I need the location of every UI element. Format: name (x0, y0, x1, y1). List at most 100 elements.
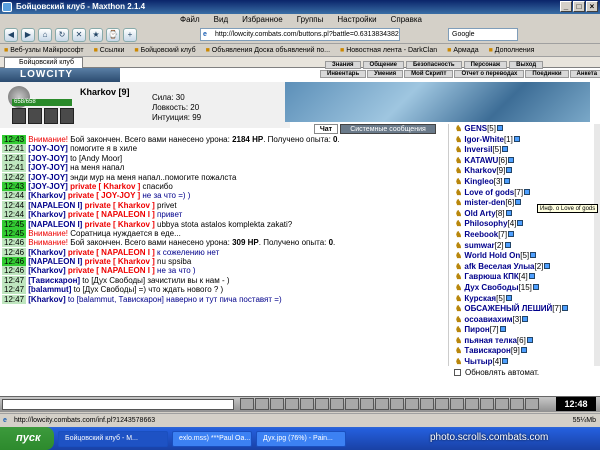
user-info-icon[interactable] (522, 315, 529, 322)
user-name[interactable]: Inversil (464, 145, 492, 154)
favorite-link[interactable]: Новостная лента - DarkClan (340, 44, 437, 56)
home-icon[interactable]: ⌂ (38, 27, 52, 42)
chat-tool-icon[interactable] (255, 398, 269, 410)
chat-nick[interactable]: [JOY-JOY] (28, 163, 70, 172)
favorite-link[interactable]: Армада (447, 44, 478, 56)
chat-time[interactable]: 12:44 (2, 200, 27, 210)
checkbox-icon[interactable] (454, 369, 461, 377)
user-info-icon[interactable] (524, 188, 531, 195)
chat-tool-icon[interactable] (405, 398, 419, 410)
user-list-item[interactable]: Пирон[7] (449, 325, 594, 336)
menu-item[interactable]: Избранное (242, 14, 283, 26)
chat-private-tag[interactable]: private [ Kharkov ] (85, 220, 157, 229)
user-list-item[interactable]: sumwar[2] (449, 241, 594, 252)
back-icon[interactable]: ◀ (4, 27, 18, 42)
menu-item[interactable]: Вид (214, 14, 228, 26)
forward-icon[interactable]: ▶ (21, 27, 35, 42)
user-list-item[interactable]: Курская[5] (449, 294, 594, 305)
user-list-item[interactable]: Philosophy[4] (449, 219, 594, 230)
chat-tool-icon[interactable] (510, 398, 524, 410)
user-name[interactable]: Philosophy (464, 219, 507, 228)
chat-tool-icon[interactable] (375, 398, 389, 410)
user-name[interactable]: Тавискарон (464, 346, 510, 355)
user-list-item[interactable]: пьяная телка[6] (449, 336, 594, 347)
game-nav-item[interactable]: Общение (362, 61, 404, 69)
chat-time[interactable]: 12:43 (2, 135, 27, 144)
menu-item[interactable]: Файл (180, 14, 200, 26)
user-name[interactable]: Курская (464, 294, 496, 303)
chat-nick[interactable]: [JOY-JOY] (28, 173, 70, 182)
chat-tool-icon[interactable] (390, 398, 404, 410)
user-info-icon[interactable] (515, 199, 522, 206)
user-name[interactable]: World Hold On (464, 251, 520, 260)
chat-time[interactable]: 12:47 (2, 285, 27, 295)
user-info-icon[interactable] (499, 326, 506, 333)
user-list-scrollbar[interactable] (594, 124, 600, 366)
user-name[interactable]: Дух Свободы (464, 283, 518, 292)
game-nav-item[interactable]: Знания (325, 61, 361, 69)
chat-nick[interactable]: [JOY-JOY] (28, 144, 70, 153)
user-info-icon[interactable] (532, 283, 539, 290)
game-nav-item[interactable]: Безопасность (405, 61, 462, 69)
chat-nick[interactable]: [NAPALEON I] (28, 201, 84, 210)
user-name[interactable]: GENS (464, 124, 487, 133)
user-list-item[interactable]: Kharkov[9] (449, 166, 594, 177)
user-info-icon[interactable] (506, 294, 512, 301)
user-list-item[interactable]: Reebook[7] (449, 230, 594, 241)
user-info-icon[interactable] (504, 241, 511, 248)
chat-private-tag[interactable]: private [ NAPALEON I ] (68, 210, 157, 219)
user-name[interactable]: Чытыр (464, 357, 492, 366)
refresh-icon[interactable]: ↻ (55, 27, 69, 42)
chat-tool-icon[interactable] (330, 398, 344, 410)
chat-time[interactable]: 12:42 (2, 172, 27, 182)
favorite-link[interactable]: Веб-узлы Майкрософт (4, 44, 83, 56)
user-list-item[interactable]: GENS[5] (449, 124, 594, 135)
menu-item[interactable]: Группы (297, 14, 324, 26)
chat-time[interactable]: 12:47 (2, 294, 27, 304)
user-info-icon[interactable] (496, 125, 503, 131)
user-info-icon[interactable] (520, 347, 527, 354)
chat-nick[interactable]: [Kharkov] (28, 210, 68, 219)
favorites-icon[interactable]: ★ (89, 27, 103, 42)
user-info-icon[interactable] (526, 336, 533, 343)
chat-time[interactable]: 12:41 (2, 144, 27, 154)
user-list-item[interactable]: Дух Свободы[15] (449, 283, 594, 294)
chat-tool-icon[interactable] (240, 398, 254, 410)
chat-time[interactable]: 12:44 (2, 191, 27, 201)
chat-private-tag[interactable]: private [ Kharkov ] (85, 257, 157, 266)
user-name[interactable]: Пирон (464, 325, 489, 334)
taskbar-item[interactable]: Дух.jpg (76%) - Pain... (256, 431, 346, 447)
chat-tool-icon[interactable] (435, 398, 449, 410)
chat-tool-icon[interactable] (525, 398, 539, 410)
chat-tool-icon[interactable] (300, 398, 314, 410)
user-name[interactable]: Гаврюша КПК (464, 272, 518, 281)
chat-private-tag[interactable]: private [ NAPALEON I ] (68, 248, 157, 257)
user-list-item[interactable]: afk Веселая Улыа[2] (449, 262, 594, 273)
menu-item[interactable]: Справка (391, 14, 422, 26)
minimize-icon[interactable]: _ (560, 1, 572, 12)
user-list-item[interactable]: KATAWU[6] (449, 156, 594, 167)
tab-system-messages[interactable]: Системные сообщения (340, 124, 436, 134)
user-name[interactable]: осоавиахим (464, 315, 512, 324)
user-name[interactable]: Kingleo (464, 177, 493, 186)
chat-tool-icon[interactable] (270, 398, 284, 410)
game-nav-item[interactable]: Инвентарь (320, 70, 367, 78)
user-info-icon[interactable] (503, 177, 510, 184)
user-name[interactable]: afk Веселая Улыа (464, 262, 534, 271)
chat-nick[interactable]: [Kharkov] (28, 295, 68, 304)
close-icon[interactable]: × (586, 1, 598, 12)
user-info-icon[interactable] (517, 220, 524, 227)
chat-tool-icon[interactable] (360, 398, 374, 410)
chat-nick[interactable]: [NAPALEON I] (28, 257, 84, 266)
slot-icon[interactable] (60, 108, 74, 124)
chat-nick[interactable]: [NAPALEON I] (28, 220, 84, 229)
user-info-icon[interactable] (544, 262, 551, 269)
chat-tool-icon[interactable] (450, 398, 464, 410)
favorite-link[interactable]: Бойцовский клуб (134, 44, 196, 56)
taskbar-item[interactable]: Бойцовский клуб - M... (58, 431, 168, 447)
user-name[interactable]: Old Arty (464, 209, 495, 218)
user-list-item[interactable]: ОБСАЖЕНЫЙ ЛЕШИЙ[7] (449, 304, 594, 315)
user-info-icon[interactable] (528, 273, 535, 280)
chat-time[interactable]: 12:41 (2, 153, 27, 163)
user-name[interactable]: Kharkov (464, 166, 496, 175)
